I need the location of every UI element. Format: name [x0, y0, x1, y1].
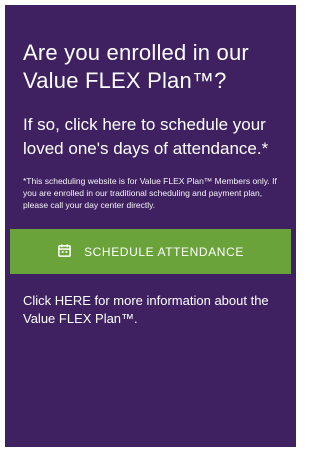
schedule-attendance-label: SCHEDULE ATTENDANCE [84, 244, 244, 259]
members-only-note: *This scheduling website is for Value FL… [23, 176, 277, 210]
schedule-prompt-link[interactable]: If so, click here to schedule your loved… [23, 113, 278, 161]
value-flex-plan-card: Are you enrolled in our Value FLEX Plan™… [5, 5, 296, 447]
schedule-attendance-button[interactable]: SCHEDULE ATTENDANCE [10, 229, 291, 274]
more-info-link[interactable]: Click HERE for more information about th… [23, 292, 282, 328]
calendar-icon [57, 243, 72, 261]
card-headline: Are you enrolled in our Value FLEX Plan™… [23, 40, 249, 93]
